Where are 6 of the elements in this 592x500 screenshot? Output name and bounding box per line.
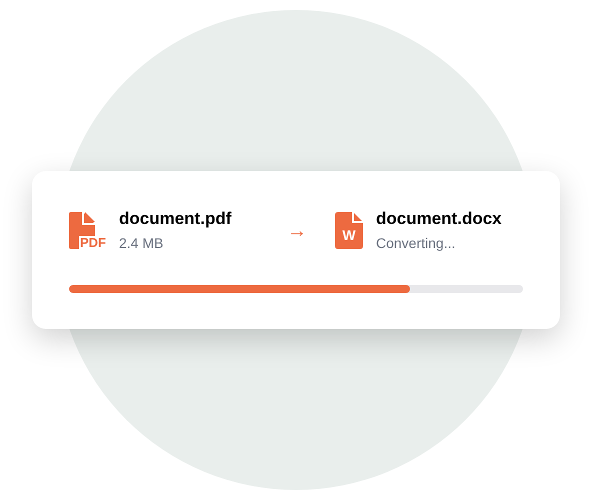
file-name: document.docx [376,209,502,229]
file-name: document.pdf [119,209,232,229]
file-size: 2.4 MB [119,234,164,252]
arrow-icon: → [287,220,335,240]
word-file-icon: W [335,212,363,249]
conversion-status: Converting... [376,234,456,252]
